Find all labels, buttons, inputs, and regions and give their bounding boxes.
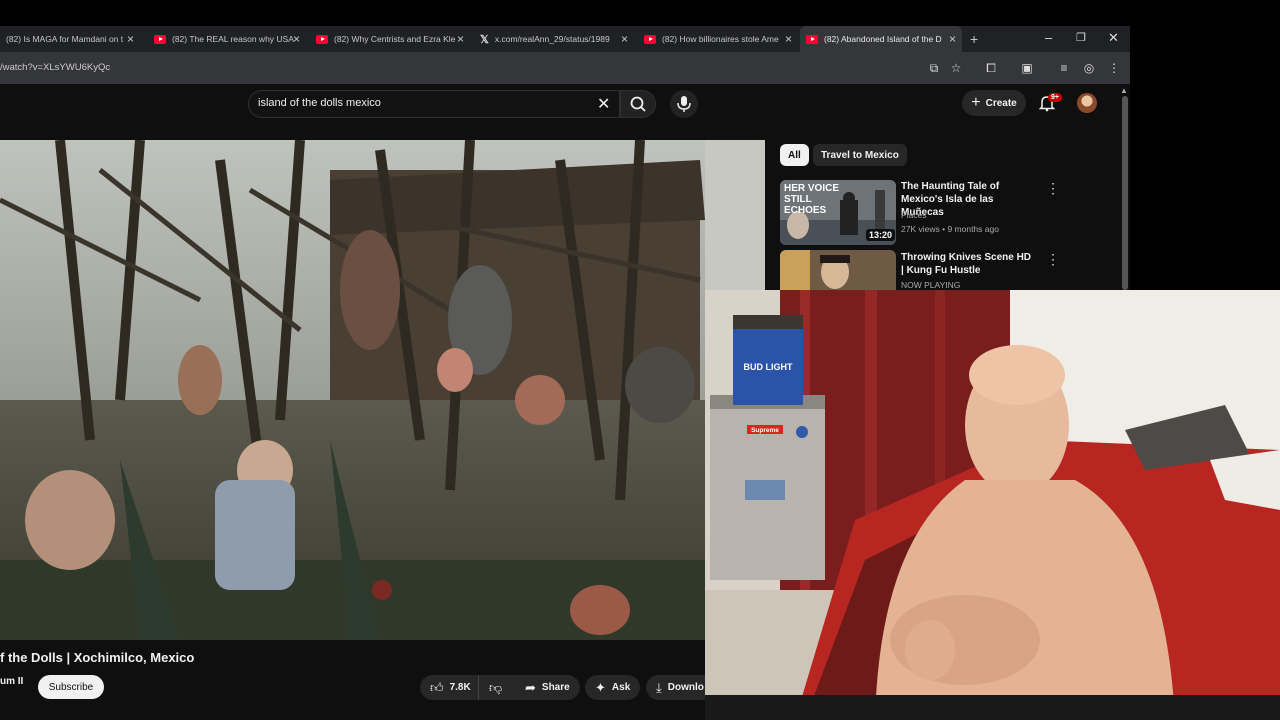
tab-title: (82) The REAL reason why USA xyxy=(172,34,294,44)
share-arrow-icon: ➦ xyxy=(525,679,536,695)
browser-tab-5[interactable]: (82) How billionaires stole Ame × xyxy=(638,26,798,52)
supreme-sticker-text: Supreme xyxy=(751,427,779,434)
thumbs-up-icon: 👍︎ xyxy=(430,679,444,695)
plus-icon: + xyxy=(970,31,979,47)
webcam-feed-image: Supreme BUD LIGHT xyxy=(705,290,1280,720)
download-icon: ⤓ xyxy=(656,679,662,695)
download-label: Downlo xyxy=(667,682,704,693)
create-button[interactable]: + Create xyxy=(962,90,1026,116)
tab-title: (82) Abandoned Island of the D xyxy=(824,34,942,44)
video-frame-image xyxy=(0,140,705,640)
recommendation-meta: 27K views • 9 months ago xyxy=(901,224,999,234)
restore-icon[interactable]: ❐ xyxy=(1076,31,1086,44)
webcam-overlay: Supreme BUD LIGHT xyxy=(705,290,1280,720)
close-tab-icon[interactable]: × xyxy=(621,32,628,46)
close-tab-icon[interactable]: × xyxy=(293,32,300,46)
plus-icon: + xyxy=(971,94,981,111)
dislike-button[interactable]: 👎︎ xyxy=(478,675,510,700)
browser-tab-active[interactable]: (82) Abandoned Island of the D × xyxy=(800,26,962,52)
browser-tab-3[interactable]: (82) Why Centrists and Ezra Kle × xyxy=(310,26,470,52)
thumbs-down-icon: 👎︎ xyxy=(489,679,503,695)
can-label-text: BUD LIGHT xyxy=(744,362,793,372)
tab-title: (82) Is MAGA for Mamdani on t xyxy=(6,34,124,44)
subscribe-button[interactable]: Subscribe xyxy=(38,675,104,699)
youtube-icon xyxy=(316,34,328,44)
youtube-icon xyxy=(154,34,166,44)
profile-icon[interactable]: ◎ xyxy=(1081,60,1097,76)
ask-label: Ask xyxy=(611,682,631,693)
tab-title: x.com/realAnn_29/status/1989 xyxy=(494,34,610,44)
more-options-icon[interactable]: ⋮ xyxy=(1046,251,1060,268)
search-icon xyxy=(630,96,646,112)
account-avatar[interactable] xyxy=(1077,93,1097,113)
new-tab-button[interactable]: + xyxy=(964,26,984,52)
now-playing-label: NOW PLAYING xyxy=(901,280,961,290)
kebab-menu-icon[interactable]: ⋮ xyxy=(1106,60,1122,76)
ask-button[interactable]: ✦ Ask xyxy=(585,675,641,700)
split-view-icon[interactable]: ▣ xyxy=(1019,60,1035,76)
close-tab-icon[interactable]: × xyxy=(127,32,134,46)
tab-title: (82) How billionaires stole Ame xyxy=(662,34,779,44)
like-button[interactable]: 👍︎ 7.8K xyxy=(420,675,530,700)
youtube-icon xyxy=(644,34,656,44)
extensions-icon[interactable]: ⧠ xyxy=(983,60,999,76)
browser-tab-4[interactable]: 𝕏 x.com/realAnn_29/status/1989 × xyxy=(474,26,634,52)
recommendation-title[interactable]: Throwing Knives Scene HD | Kung Fu Hustl… xyxy=(901,251,1033,277)
bookmark-star-icon[interactable]: ☆ xyxy=(948,60,964,76)
media-controls-icon[interactable]: ≡ xyxy=(1056,60,1072,76)
recommendation-channel[interactable]: Places xyxy=(901,210,927,220)
minimize-icon[interactable]: – xyxy=(1045,30,1052,45)
url-field[interactable]: /watch?v=XLsYWU6KyQc xyxy=(0,62,110,73)
tab-title: (82) Why Centrists and Ezra Kle xyxy=(334,34,456,44)
chip-travel-to-mexico[interactable]: Travel to Mexico xyxy=(813,144,907,166)
share-button[interactable]: ➦ Share xyxy=(515,675,580,700)
clear-search-icon[interactable]: ✕ xyxy=(597,94,610,114)
video-frame-edge xyxy=(705,140,765,290)
more-options-icon[interactable]: ⋮ xyxy=(1046,180,1060,197)
video-player[interactable] xyxy=(0,140,705,640)
thumbnail-image xyxy=(780,250,896,290)
create-label: Create xyxy=(985,97,1017,109)
browser-tab-2[interactable]: (82) The REAL reason why USA × xyxy=(148,26,306,52)
like-count: 7.8K xyxy=(449,682,471,693)
chip-all[interactable]: All xyxy=(780,144,809,166)
channel-name[interactable]: um II xyxy=(0,676,23,687)
scrollbar-thumb[interactable] xyxy=(1122,96,1128,290)
video-title: f the Dolls | Xochimilco, Mexico xyxy=(0,650,195,665)
voice-search-button[interactable] xyxy=(670,90,698,118)
download-button[interactable]: ⤓ Downlo xyxy=(646,675,706,700)
scroll-up-arrow-icon[interactable]: ▲ xyxy=(1120,86,1128,95)
thumbnail-overlay-text: HER VOICE STILL ECHOES xyxy=(784,183,840,216)
youtube-icon xyxy=(806,34,818,44)
browser-tab-1[interactable]: (82) Is MAGA for Mamdani on t × xyxy=(0,26,140,52)
window-close-icon[interactable]: ✕ xyxy=(1108,30,1119,46)
microphone-icon xyxy=(677,96,691,112)
share-label: Share xyxy=(541,682,570,693)
sparkle-icon: ✦ xyxy=(595,679,606,695)
tab-strip: (82) Is MAGA for Mamdani on t × (82) The… xyxy=(0,26,1130,52)
close-tab-icon[interactable]: × xyxy=(949,32,956,46)
close-tab-icon[interactable]: × xyxy=(785,32,792,46)
close-tab-icon[interactable]: × xyxy=(457,32,464,46)
recommendation-thumbnail[interactable] xyxy=(780,250,896,290)
install-app-icon[interactable]: ⧉ xyxy=(926,60,942,76)
x-logo-icon: 𝕏 xyxy=(480,33,489,46)
screen-top-bar xyxy=(0,0,1280,26)
notification-badge: 9+ xyxy=(1048,93,1062,102)
video-duration-badge: 13:20 xyxy=(866,229,896,241)
search-query: island of the dolls mexico xyxy=(258,97,381,109)
search-button[interactable] xyxy=(620,90,656,118)
